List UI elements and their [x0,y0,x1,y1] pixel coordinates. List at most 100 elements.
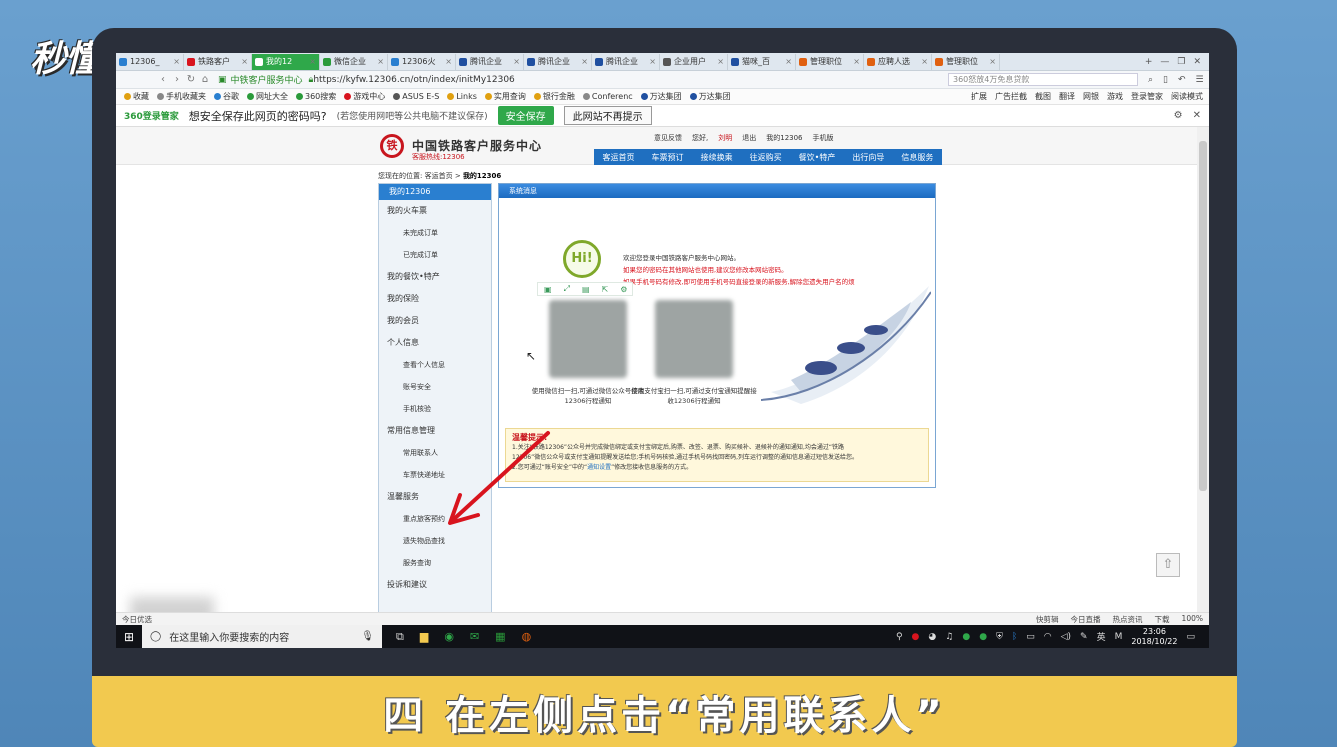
window-controls: + — ❐ ✕ [1145,57,1209,67]
tab-close-icon[interactable]: × [239,57,248,66]
tab-close-icon[interactable]: × [715,57,724,66]
bookmark-item[interactable]: 银行金融 [533,91,575,102]
tab-close-icon[interactable]: × [987,57,996,66]
browser-tab[interactable]: 企业用户 × [660,53,728,70]
windows-start-icon[interactable]: ⊞ [116,630,142,644]
bookmark-item[interactable]: 游戏中心 [344,91,385,102]
excel-icon[interactable]: ▦ [495,630,505,644]
tab-close-icon[interactable]: × [171,57,180,66]
tab-close-icon[interactable]: × [511,57,520,66]
bluetooth-icon[interactable]: ᛒ [1012,632,1017,642]
gear-icon[interactable]: ⚙ [1174,110,1183,121]
bookmark-item[interactable]: 收藏 [124,91,149,102]
status-item[interactable]: 100% [1182,614,1203,625]
new-tab-button[interactable]: + [1145,57,1153,67]
forward-icon[interactable]: › [170,74,184,85]
bookmark-icon [124,93,131,100]
notification-icon[interactable]: ▭ [1186,632,1195,642]
bookmark-item[interactable]: 谷歌 [214,91,239,102]
person-icon[interactable]: ⚲ [896,632,903,642]
notice-close-icon[interactable]: ✕ [1193,110,1201,121]
microphone-icon[interactable]: 🎙︎ [361,631,382,642]
clock[interactable]: 23:06 2018/10/22 [1131,627,1177,647]
browser-tab[interactable]: 我的12 × [252,53,320,70]
bookmark-item[interactable]: 实用查询 [484,91,526,102]
toolbar-tool[interactable]: 游戏 [1107,91,1123,102]
bookmark-item[interactable]: Links [447,92,477,101]
toolbar-tool[interactable]: 登录管家 [1131,91,1163,102]
task-view-icon[interactable]: ⧉ [396,630,404,644]
maximize-icon[interactable]: ❐ [1177,57,1185,67]
tray-green-icon[interactable]: ● [979,632,987,642]
scrollbar-thumb[interactable] [1199,141,1207,491]
safe-save-button[interactable]: 安全保存 [497,106,554,125]
browser-tab[interactable]: 12306火 × [388,53,456,70]
bookmark-item[interactable]: 万达集团 [689,91,731,102]
shield-tray-icon[interactable]: ⛨ [996,632,1003,642]
browser-tab[interactable]: 腾讯企业 × [524,53,592,70]
battery-icon[interactable]: ▭ [1026,632,1035,642]
home-icon[interactable]: ⌂ [198,74,212,85]
bookmark-icon[interactable]: ▯ [1163,75,1168,85]
taskbar-search[interactable]: ◯ 在这里输入你要搜索的内容 🎙︎ [142,625,382,648]
back-icon[interactable]: ‹ [156,74,170,85]
ime-mode-icon[interactable]: M [1115,632,1123,642]
bookmark-item[interactable]: 网址大全 [247,91,288,102]
url-field[interactable]: ▣ 中铁客户服务中心 🔒︎ https://kyfw.12306.cn/otn/… [218,73,778,87]
tab-close-icon[interactable]: × [307,57,316,66]
pen-icon[interactable]: ✎ [1080,632,1088,642]
today-picks[interactable]: 今日优选 [122,614,152,625]
tab-close-icon[interactable]: × [647,57,656,66]
browser-tab[interactable]: 管理职位 × [932,53,1000,70]
chrome-icon[interactable]: ◕ [928,632,936,642]
wechat-icon[interactable]: ✉ [470,630,479,644]
browser-tab[interactable]: 腾讯企业 × [456,53,524,70]
tray-app-red-icon[interactable]: ● [912,632,920,642]
status-item[interactable]: 快剪辑 [1036,614,1059,625]
tab-close-icon[interactable]: × [375,57,384,66]
browser-tab[interactable]: 铁路客户 × [184,53,252,70]
minimize-icon[interactable]: — [1160,57,1169,67]
search-input[interactable]: 360怒放4万免息贷款 [948,73,1138,86]
status-item[interactable]: 热点资讯 [1113,614,1143,625]
tab-close-icon[interactable]: × [783,57,792,66]
volume-icon[interactable]: ◁) [1061,632,1071,642]
search-icon[interactable]: ⌕ [1148,75,1153,85]
wifi-icon[interactable]: ◠ [1044,632,1052,642]
bookmark-item[interactable]: 360搜索 [296,91,336,102]
refresh-icon[interactable]: ↻ [184,74,198,85]
toolbar-tool[interactable]: 截图 [1035,91,1051,102]
undo-icon[interactable]: ↶ [1178,75,1186,85]
browser-tab[interactable]: 腾讯企业 × [592,53,660,70]
toolbar-tool[interactable]: 扩展 [971,91,987,102]
status-item[interactable]: 下载 [1155,614,1170,625]
browser-tab[interactable]: 微信企业 × [320,53,388,70]
toolbar-tool[interactable]: 网银 [1083,91,1099,102]
bookmark-item[interactable]: ASUS E-S [393,92,439,101]
browser-tab[interactable]: 12306_ × [116,53,184,70]
tab-label: 我的12 [266,57,293,66]
status-item[interactable]: 今日直播 [1071,614,1101,625]
ime-indicator[interactable]: 英 [1097,630,1106,643]
menu-icon[interactable]: ☰ [1196,75,1204,85]
bell-icon[interactable]: ♫ [945,632,953,642]
browser-tab[interactable]: 猫咪_百 × [728,53,796,70]
bookmark-item[interactable]: Conferenc [582,92,633,101]
wechat-tray-icon[interactable]: ● [962,632,970,642]
tab-close-icon[interactable]: × [851,57,860,66]
never-remind-button[interactable]: 此网站不再提示 [563,106,652,125]
toolbar-tool[interactable]: 广告拦截 [995,91,1027,102]
browser-tab[interactable]: 管理职位 × [796,53,864,70]
tab-close-icon[interactable]: × [579,57,588,66]
file-explorer-icon[interactable]: ▆ [420,630,428,644]
tab-close-icon[interactable]: × [443,57,452,66]
close-icon[interactable]: ✕ [1193,57,1201,67]
tab-close-icon[interactable]: × [919,57,928,66]
browser-tab[interactable]: 应聘人选 × [864,53,932,70]
toolbar-tool[interactable]: 阅读模式 [1171,91,1203,102]
bookmark-item[interactable]: 手机收藏夹 [157,91,206,102]
bookmark-item[interactable]: 万达集团 [640,91,682,102]
app-orange-icon[interactable]: ◍ [522,630,532,644]
browser-360-icon[interactable]: ◉ [444,630,454,644]
toolbar-tool[interactable]: 翻译 [1059,91,1075,102]
